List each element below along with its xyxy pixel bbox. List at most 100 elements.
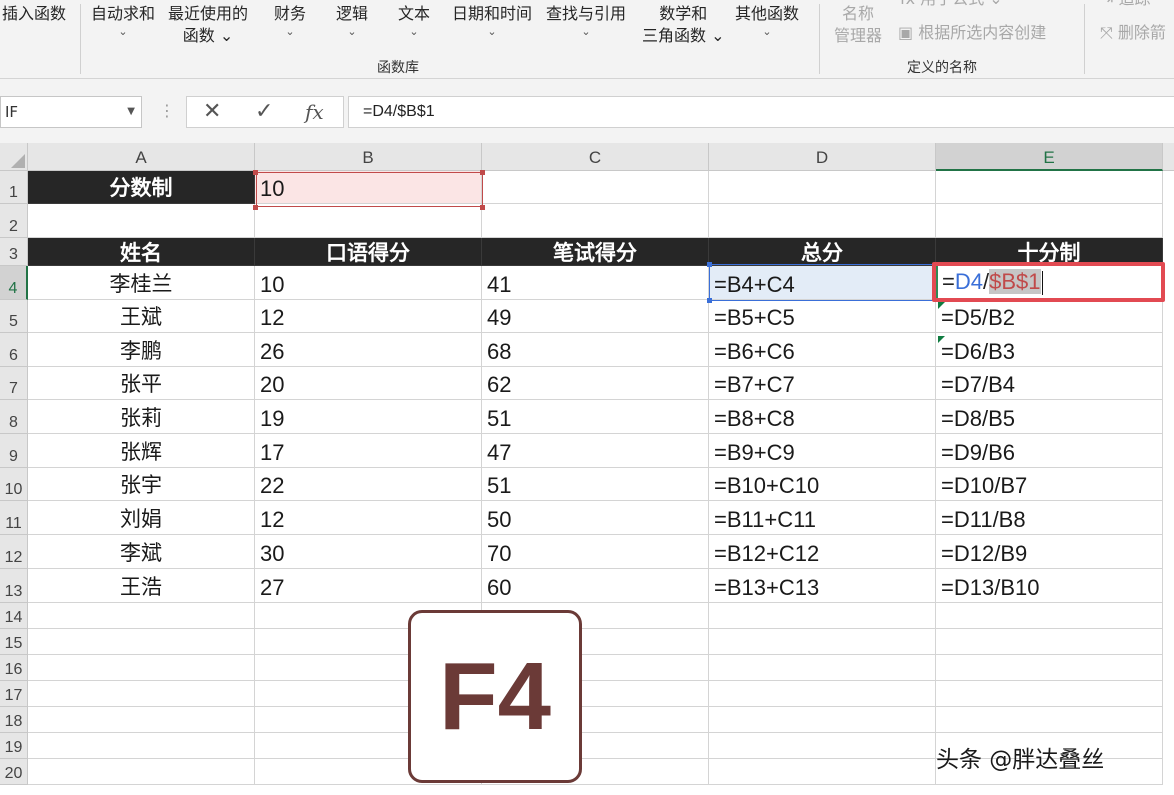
cell-b11[interactable]: 12 (255, 501, 482, 535)
cell-e15[interactable] (936, 629, 1163, 655)
cell-e1[interactable] (936, 171, 1163, 204)
cell-a17[interactable] (28, 681, 255, 707)
resize-handle[interactable] (253, 170, 258, 175)
cell-d4[interactable]: =B4+C4 (709, 266, 936, 300)
cell-d14[interactable] (709, 603, 936, 629)
row-header-19[interactable]: 19 (0, 733, 28, 759)
cell-d8[interactable]: =B8+C8 (709, 400, 936, 434)
row-header-10[interactable]: 10 (0, 468, 28, 501)
drag-handle-icon[interactable]: ⋮ (159, 101, 175, 120)
logical-button[interactable]: 逻辑 ⌄ (336, 3, 368, 39)
resize-handle[interactable] (480, 170, 485, 175)
cell-a1[interactable]: 分数制 (28, 171, 255, 204)
row-header-13[interactable]: 13 (0, 569, 28, 603)
cell-c10[interactable]: 51 (482, 468, 709, 501)
column-header-c[interactable]: C (482, 143, 709, 171)
cell-d1[interactable] (709, 171, 936, 204)
row-header-7[interactable]: 7 (0, 367, 28, 400)
cell-e17[interactable] (936, 681, 1163, 707)
row-header-8[interactable]: 8 (0, 400, 28, 434)
cell-d16[interactable] (709, 655, 936, 681)
error-indicator-icon[interactable] (938, 302, 945, 309)
name-box[interactable]: IF ▼ (0, 96, 142, 128)
cell-a8[interactable]: 张莉 (28, 400, 255, 434)
recently-used-button[interactable]: 最近使用的 函数 ⌄ (168, 3, 248, 47)
trace-button[interactable]: ⇥ 追踪 (1100, 0, 1151, 10)
remove-arrows-button[interactable]: ⤧ 删除箭 (1100, 22, 1166, 44)
cell-e18[interactable] (936, 707, 1163, 733)
cell-e13[interactable]: =D13/B10 (936, 569, 1163, 603)
cell-d17[interactable] (709, 681, 936, 707)
cell-a9[interactable]: 张辉 (28, 434, 255, 468)
cell-a16[interactable] (28, 655, 255, 681)
cell-a18[interactable] (28, 707, 255, 733)
row-header-3[interactable]: 3 (0, 238, 28, 266)
cell-a3[interactable]: 姓名 (28, 238, 255, 266)
cell-b6[interactable]: 26 (255, 333, 482, 367)
cell-b5[interactable]: 12 (255, 300, 482, 333)
cell-b12[interactable]: 30 (255, 535, 482, 569)
chevron-down-icon[interactable]: ▼ (127, 97, 135, 127)
row-header-15[interactable]: 15 (0, 629, 28, 655)
cell-a20[interactable] (28, 759, 255, 785)
column-header-d[interactable]: D (709, 143, 936, 171)
more-functions-button[interactable]: 其他函数 ⌄ (735, 3, 799, 39)
cell-edit-e4[interactable]: =D4/$B$1 (936, 264, 1164, 301)
cell-e14[interactable] (936, 603, 1163, 629)
cell-e3[interactable]: 十分制 (936, 238, 1163, 266)
cell-d20[interactable] (709, 759, 936, 785)
cell-d10[interactable]: =B10+C10 (709, 468, 936, 501)
cell-a6[interactable]: 李鹏 (28, 333, 255, 367)
cell-c13[interactable]: 60 (482, 569, 709, 603)
resize-handle[interactable] (707, 298, 712, 303)
cell-e5[interactable]: =D5/B2 (936, 300, 1163, 333)
cell-b3[interactable]: 口语得分 (255, 238, 482, 266)
resize-handle[interactable] (707, 262, 712, 267)
cell-b13[interactable]: 27 (255, 569, 482, 603)
cell-b7[interactable]: 20 (255, 367, 482, 400)
cell-a14[interactable] (28, 603, 255, 629)
cell-d3[interactable]: 总分 (709, 238, 936, 266)
cell-c1[interactable] (482, 171, 709, 204)
row-header-18[interactable]: 18 (0, 707, 28, 733)
math-trig-button[interactable]: 数学和 三角函数 ⌄ (642, 3, 725, 47)
cell-a13[interactable]: 王浩 (28, 569, 255, 603)
cell-b10[interactable]: 22 (255, 468, 482, 501)
column-header-a[interactable]: A (28, 143, 255, 171)
cell-a4[interactable]: 李桂兰 (28, 266, 255, 300)
lookup-reference-button[interactable]: 查找与引用 ⌄ (546, 3, 626, 39)
formula-input[interactable]: =D4/$B$1 (348, 96, 1174, 128)
cell-d9[interactable]: =B9+C9 (709, 434, 936, 468)
row-header-11[interactable]: 11 (0, 501, 28, 535)
use-in-formula-button[interactable]: fx 用于公式 ⌄ (900, 0, 1003, 10)
cell-c4[interactable]: 41 (482, 266, 709, 300)
cell-c3[interactable]: 笔试得分 (482, 238, 709, 266)
cell-b4[interactable]: 10 (255, 266, 482, 300)
insert-function-icon[interactable]: fx (305, 100, 324, 124)
cell-d12[interactable]: =B12+C12 (709, 535, 936, 569)
cell-d15[interactable] (709, 629, 936, 655)
error-indicator-icon[interactable] (938, 336, 945, 343)
cell-d18[interactable] (709, 707, 936, 733)
autosum-button[interactable]: 自动求和 ⌄ (91, 3, 155, 39)
financial-button[interactable]: 财务 ⌄ (274, 3, 306, 39)
datetime-button[interactable]: 日期和时间 ⌄ (452, 3, 532, 39)
row-header-2[interactable]: 2 (0, 204, 28, 238)
cell-c2[interactable] (482, 204, 709, 238)
cell-e16[interactable] (936, 655, 1163, 681)
cell-d19[interactable] (709, 733, 936, 759)
cell-d6[interactable]: =B6+C6 (709, 333, 936, 367)
cell-a10[interactable]: 张宇 (28, 468, 255, 501)
cell-e9[interactable]: =D9/B6 (936, 434, 1163, 468)
cell-e7[interactable]: =D7/B4 (936, 367, 1163, 400)
cell-e8[interactable]: =D8/B5 (936, 400, 1163, 434)
cell-a12[interactable]: 李斌 (28, 535, 255, 569)
cell-a5[interactable]: 王斌 (28, 300, 255, 333)
cell-e12[interactable]: =D12/B9 (936, 535, 1163, 569)
cell-a19[interactable] (28, 733, 255, 759)
cell-e10[interactable]: =D10/B7 (936, 468, 1163, 501)
enter-icon[interactable]: ✓ (255, 99, 273, 124)
column-header-e[interactable]: E (936, 143, 1163, 171)
cell-c5[interactable]: 49 (482, 300, 709, 333)
cell-d13[interactable]: =B13+C13 (709, 569, 936, 603)
